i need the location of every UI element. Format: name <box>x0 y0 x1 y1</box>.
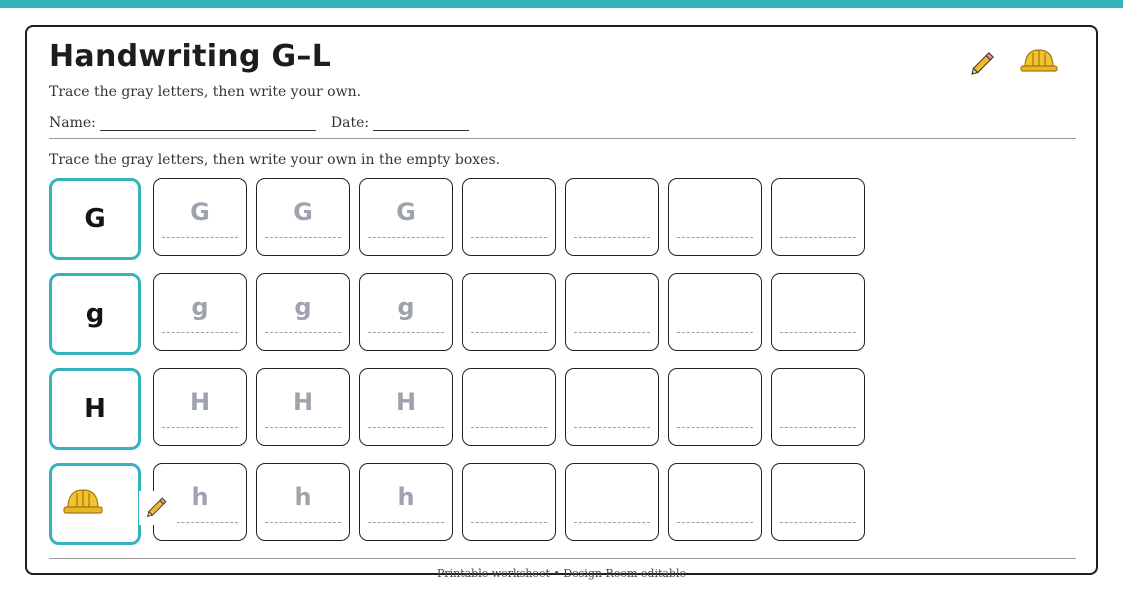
write-box[interactable] <box>668 178 762 256</box>
write-box[interactable] <box>462 463 556 541</box>
trace-letter: h <box>397 483 415 511</box>
baseline <box>471 332 547 333</box>
baseline <box>471 522 547 523</box>
baseline <box>677 237 753 238</box>
trace-letter: g <box>397 293 415 321</box>
baseline <box>574 522 650 523</box>
trace-box[interactable]: G <box>256 178 350 256</box>
model-letter-box: G <box>49 178 141 260</box>
baseline <box>162 427 238 428</box>
write-box[interactable] <box>771 273 865 351</box>
pencil-icon <box>969 47 999 81</box>
baseline <box>265 237 341 238</box>
worksheet: Handwriting G–L Trace the gray letters, … <box>25 25 1098 580</box>
baseline <box>574 427 650 428</box>
baseline <box>162 332 238 333</box>
trace-letter: h <box>294 483 312 511</box>
model-letter-box: H <box>49 368 141 450</box>
divider <box>49 138 1076 139</box>
write-box[interactable] <box>771 178 865 256</box>
baseline <box>368 522 444 523</box>
write-box[interactable] <box>565 273 659 351</box>
trace-box[interactable]: h <box>359 463 453 541</box>
baseline <box>574 332 650 333</box>
date-blank[interactable] <box>373 115 470 131</box>
write-box[interactable] <box>668 368 762 446</box>
trace-box[interactable]: H <box>256 368 350 446</box>
baseline <box>780 237 856 238</box>
instructions: Trace the gray letters, then write your … <box>49 152 501 168</box>
baseline <box>471 237 547 238</box>
write-box[interactable] <box>462 368 556 446</box>
trace-box[interactable]: g <box>359 273 453 351</box>
trace-box[interactable]: g <box>153 273 247 351</box>
top-accent-bar <box>0 0 1123 8</box>
write-box[interactable] <box>565 463 659 541</box>
baseline <box>368 237 444 238</box>
write-box[interactable] <box>668 273 762 351</box>
baseline <box>677 427 753 428</box>
baseline <box>677 332 753 333</box>
trace-letter: g <box>191 293 209 321</box>
page-title: Handwriting G–L <box>49 39 332 74</box>
trace-box[interactable]: H <box>153 368 247 446</box>
footer-text: Printable worksheet • Design Room editab… <box>436 567 687 580</box>
baseline <box>471 427 547 428</box>
baseline <box>368 427 444 428</box>
write-box[interactable] <box>565 178 659 256</box>
divider <box>49 558 1076 559</box>
trace-box[interactable]: H <box>359 368 453 446</box>
baseline <box>265 332 341 333</box>
pencil-icon <box>139 491 177 525</box>
trace-letter: G <box>293 198 313 226</box>
baseline <box>368 332 444 333</box>
trace-box[interactable]: g <box>256 273 350 351</box>
baseline <box>574 237 650 238</box>
baseline <box>780 522 856 523</box>
write-box[interactable] <box>771 368 865 446</box>
baseline <box>162 237 238 238</box>
write-box[interactable] <box>771 463 865 541</box>
model-letter: G <box>84 204 106 234</box>
trace-letter: H <box>395 388 417 416</box>
name-date-line: Name: Date: <box>49 115 470 131</box>
write-box[interactable] <box>565 368 659 446</box>
trace-letter: H <box>189 388 211 416</box>
hard-hat-icon <box>63 487 103 521</box>
baseline <box>677 522 753 523</box>
baseline <box>265 427 341 428</box>
trace-letter: H <box>292 388 314 416</box>
model-letter: H <box>84 394 106 424</box>
model-letter-box: g <box>49 273 141 355</box>
baseline <box>780 332 856 333</box>
trace-letter: g <box>294 293 312 321</box>
trace-letter: G <box>190 198 210 226</box>
trace-box[interactable]: G <box>359 178 453 256</box>
name-blank[interactable] <box>99 115 316 131</box>
date-label: Date: <box>330 115 370 131</box>
name-label: Name: <box>49 115 96 131</box>
write-box[interactable] <box>668 463 762 541</box>
hard-hat-icon <box>1020 47 1058 79</box>
write-box[interactable] <box>462 273 556 351</box>
trace-box[interactable]: h <box>256 463 350 541</box>
model-letter: g <box>85 299 105 329</box>
write-box[interactable] <box>462 178 556 256</box>
subtitle: Trace the gray letters, then write your … <box>49 84 362 100</box>
trace-box[interactable]: G <box>153 178 247 256</box>
baseline <box>265 522 341 523</box>
baseline <box>780 427 856 428</box>
trace-letter: G <box>396 198 416 226</box>
